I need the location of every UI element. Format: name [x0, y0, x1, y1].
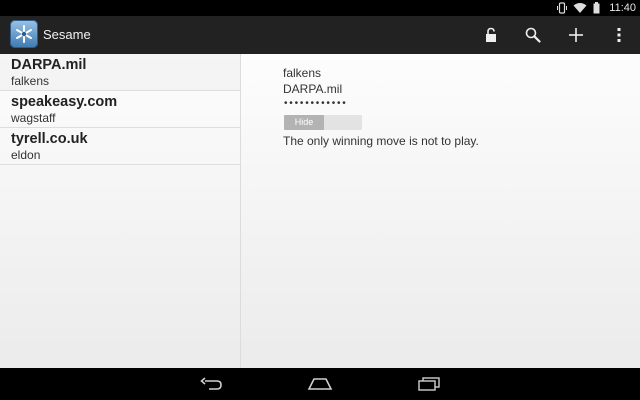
add-button[interactable]: [555, 16, 597, 54]
entry-detail: falkens DARPA.mil •••••••••••• Hide The …: [241, 54, 640, 368]
entry-username: eldon: [11, 148, 41, 162]
content-area: DARPA.mil falkens speakeasy.com wagstaff…: [0, 54, 640, 368]
detail-username: falkens: [283, 66, 322, 80]
vibrate-icon: [557, 2, 567, 14]
back-button[interactable]: [188, 372, 236, 396]
app-icon[interactable]: [10, 20, 38, 48]
list-item[interactable]: tyrell.co.uk eldon: [0, 128, 240, 165]
hide-toggle-label: Hide: [284, 115, 324, 130]
overflow-menu-icon: [617, 28, 621, 42]
detail-notes: The only winning move is not to play.: [283, 134, 479, 148]
entry-title: tyrell.co.uk: [11, 131, 88, 147]
entry-title: DARPA.mil: [11, 57, 87, 73]
recent-apps-icon: [418, 377, 440, 391]
action-bar: Sesame: [0, 16, 640, 54]
entry-list: DARPA.mil falkens speakeasy.com wagstaff…: [0, 54, 241, 368]
detail-domain: DARPA.mil: [283, 82, 343, 96]
asterisk-logo-icon: [16, 25, 32, 43]
search-icon: [525, 27, 541, 43]
list-item[interactable]: DARPA.mil falkens: [0, 54, 240, 91]
lock-button[interactable]: [470, 16, 512, 54]
back-icon: [200, 377, 222, 390]
add-icon: [569, 28, 583, 42]
wifi-icon: [573, 3, 587, 13]
battery-icon: [593, 2, 600, 14]
hide-password-toggle[interactable]: Hide: [284, 115, 362, 130]
status-bar: 11:40: [0, 0, 640, 16]
home-button[interactable]: [296, 372, 344, 396]
entry-username: wagstaff: [11, 111, 56, 125]
recent-apps-button[interactable]: [405, 372, 453, 396]
list-item[interactable]: speakeasy.com wagstaff: [0, 91, 240, 128]
overflow-menu-button[interactable]: [598, 16, 640, 54]
password-field: ••••••••••••: [284, 98, 348, 109]
search-button[interactable]: [512, 16, 554, 54]
status-icons: [557, 2, 600, 14]
entry-username: falkens: [11, 74, 50, 88]
navigation-bar: [0, 368, 640, 400]
app-title: Sesame: [43, 27, 91, 42]
home-icon: [307, 378, 333, 390]
status-time: 11:40: [609, 2, 636, 14]
lock-icon: [486, 27, 496, 42]
entry-title: speakeasy.com: [11, 94, 118, 110]
